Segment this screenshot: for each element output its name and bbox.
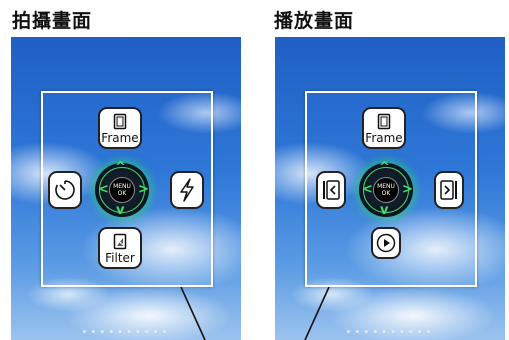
callout-line — [304, 287, 330, 340]
dpad-down-arrow-icon[interactable]: v — [116, 204, 124, 217]
menu-ok-dpad[interactable]: ^ v < > MENU OK — [359, 161, 413, 217]
play-button[interactable] — [371, 227, 401, 259]
self-timer-icon — [55, 180, 75, 200]
shooting-screen-panel: Frame ^ v < > MENU OK Filter •••••••••• — [11, 37, 241, 340]
callout-line — [180, 287, 206, 340]
previous-button[interactable] — [316, 171, 346, 209]
ok-label: OK — [381, 190, 391, 197]
frame-button[interactable]: Frame — [362, 107, 406, 149]
dpad-up-arrow-icon[interactable]: ^ — [115, 161, 126, 174]
menu-label: MENU — [377, 183, 395, 190]
frame-button[interactable]: Frame — [98, 107, 142, 149]
flash-icon — [180, 178, 194, 202]
menu-ok-dpad[interactable]: ^ v < > MENU OK — [95, 161, 149, 217]
menu-ok-button[interactable]: MENU OK — [373, 177, 399, 203]
frame-button-label: Frame — [365, 130, 403, 145]
filter-button[interactable]: Filter — [98, 227, 142, 269]
play-icon — [376, 233, 396, 253]
shooting-screen-title: 拍攝畫面 — [12, 10, 93, 32]
frame-icon — [377, 113, 391, 129]
previous-icon — [323, 180, 340, 200]
self-timer-button[interactable] — [48, 171, 82, 209]
dpad-right-arrow-icon[interactable]: > — [402, 183, 413, 196]
dpad-left-arrow-icon[interactable]: < — [362, 183, 373, 196]
frame-icon — [113, 113, 127, 129]
filter-button-label: Filter — [105, 250, 135, 265]
filter-icon — [113, 233, 127, 249]
dpad-down-arrow-icon[interactable]: v — [380, 204, 388, 217]
dpad-right-arrow-icon[interactable]: > — [138, 183, 149, 196]
dpad-up-arrow-icon[interactable]: ^ — [379, 161, 390, 174]
flash-button[interactable] — [170, 171, 204, 209]
frame-button-label: Frame — [101, 130, 139, 145]
dpad-left-arrow-icon[interactable]: < — [98, 183, 109, 196]
menu-ok-button[interactable]: MENU OK — [109, 177, 135, 203]
menu-label: MENU — [113, 183, 131, 190]
playback-screen-title: 播放畫面 — [274, 10, 355, 32]
ok-label: OK — [117, 190, 127, 197]
playback-screen-panel: Frame ^ v < > MENU OK •••••••••• — [275, 37, 505, 340]
next-button[interactable] — [434, 171, 464, 209]
next-icon — [440, 180, 457, 200]
